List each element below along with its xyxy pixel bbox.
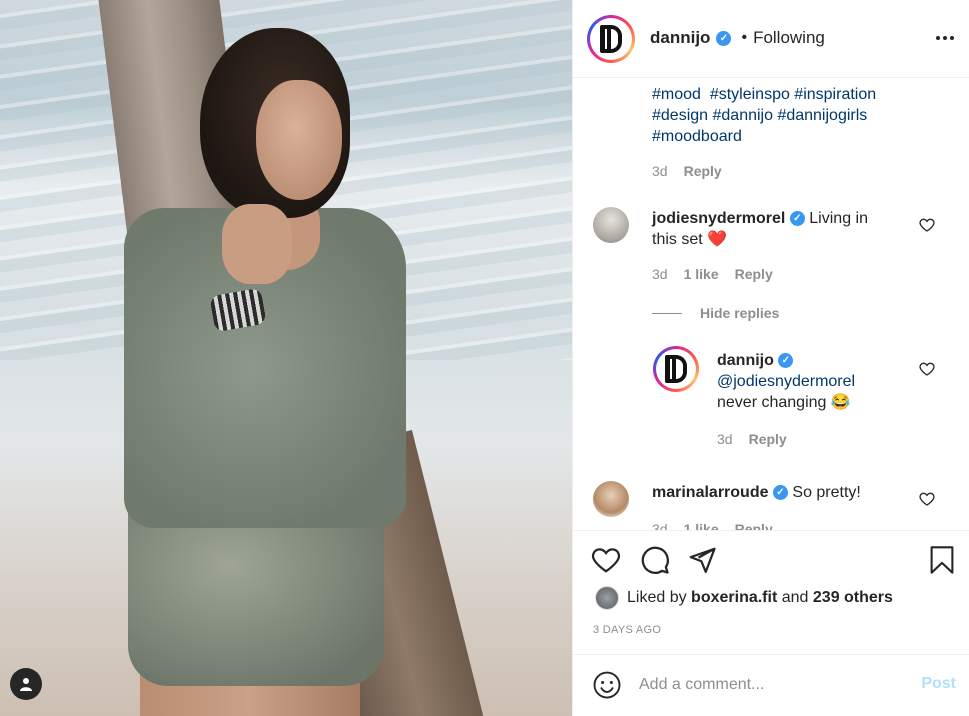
verified-badge-icon: ✓ [772, 485, 788, 501]
emoji-smiley-icon[interactable] [592, 670, 622, 700]
share-paper-plane-icon[interactable] [687, 545, 717, 575]
liked-by-summary: Liked by boxerina.fit and 239 others [595, 586, 893, 610]
caption-reply-button[interactable]: Reply [684, 163, 722, 179]
hide-replies-label: Hide replies [700, 305, 780, 321]
comment-like-heart-icon[interactable] [919, 217, 935, 233]
post-side-panel: dannijo ✓ • Following #mood #styleinspo … [572, 0, 969, 716]
tagged-people-button[interactable] [10, 668, 42, 700]
like-heart-icon[interactable] [591, 545, 621, 575]
post-comment-button[interactable]: Post [921, 675, 956, 693]
hashtag-line[interactable]: #design #dannijo #dannijogirls [652, 105, 952, 126]
liker-avatar[interactable] [595, 586, 619, 610]
reply-mention[interactable]: @jodiesnydermorel [717, 373, 855, 390]
caption-time[interactable]: 3d [652, 163, 668, 179]
dannijo-logo-icon [600, 25, 622, 53]
photo-face [256, 80, 342, 200]
verified-badge-icon: ✓ [789, 211, 805, 227]
comment-likes-count[interactable]: 1 like [684, 266, 719, 282]
caption-meta: 3d Reply [652, 163, 722, 179]
dannijo-logo-icon [665, 355, 687, 383]
liked-by-and: and [781, 589, 809, 606]
reply-body: dannijo ✓ @jodiesnydermorel never changi… [717, 350, 927, 413]
comment-like-heart-icon[interactable] [919, 491, 935, 507]
verified-badge-icon: ✓ [778, 353, 794, 369]
hashtag-line[interactable]: #moodboard [652, 126, 952, 147]
following-button[interactable]: Following [753, 28, 825, 48]
add-comment-input[interactable] [639, 673, 899, 697]
comments-list[interactable]: #mood #styleinspo #inspiration #design #… [573, 79, 969, 530]
author-username[interactable]: dannijo [650, 28, 710, 48]
person-silhouette-icon [20, 678, 32, 691]
laughing-emoji: 😂 [830, 394, 851, 411]
commenter-avatar[interactable] [593, 481, 629, 517]
reply-meta: 3d Reply [717, 431, 787, 447]
hide-replies-toggle[interactable]: Hide replies [652, 305, 779, 321]
commenter-avatar[interactable] [593, 207, 629, 243]
reply-reply-button[interactable]: Reply [749, 431, 787, 447]
comment-reply-button[interactable]: Reply [735, 521, 773, 530]
header-separator: • [741, 29, 748, 46]
comment-reply-button[interactable]: Reply [735, 266, 773, 282]
caption-hashtags: #mood #styleinspo #inspiration #design #… [652, 84, 952, 147]
photo-hands [222, 204, 292, 284]
liked-by-username[interactable]: boxerina.fit [691, 589, 777, 606]
author-avatar[interactable] [587, 15, 635, 63]
comment-meta: 3d 1 like Reply [652, 521, 773, 530]
reply-username[interactable]: dannijo [717, 352, 774, 369]
comment-body: jodiesnydermorel ✓ Living in this set ❤️ [652, 208, 912, 250]
post-photo[interactable] [0, 0, 572, 716]
comment-time[interactable]: 3d [652, 266, 668, 282]
reply-author-avatar[interactable] [653, 346, 699, 392]
heart-emoji: ❤️ [707, 231, 728, 248]
hashtag-line[interactable]: #mood #styleinspo #inspiration [652, 84, 952, 105]
reply-like-heart-icon[interactable] [919, 361, 935, 377]
comment-bubble-icon[interactable] [640, 545, 670, 575]
liked-by-prefix: Liked by [627, 589, 687, 606]
comment-text-line2: this set [652, 231, 703, 248]
comment-meta: 3d 1 like Reply [652, 266, 773, 282]
commenter-username[interactable]: marinalarroude [652, 484, 768, 501]
comment-body: marinalarroude ✓ So pretty! [652, 482, 912, 503]
reply-time[interactable]: 3d [717, 431, 733, 447]
divider-line [652, 312, 682, 314]
comment-time[interactable]: 3d [652, 521, 668, 530]
save-bookmark-icon[interactable] [928, 545, 956, 575]
verified-badge-icon: ✓ [716, 30, 732, 46]
post-timestamp[interactable]: 3 DAYS AGO [593, 624, 661, 636]
comment-text: So pretty! [792, 484, 861, 501]
comment-text: Living in [809, 210, 868, 227]
post-actions: Liked by boxerina.fit and 239 others 3 D… [573, 530, 969, 654]
more-options-icon[interactable] [936, 36, 954, 40]
liked-by-others-link[interactable]: 239 others [813, 589, 893, 606]
comment-likes-count[interactable]: 1 like [684, 521, 719, 530]
add-comment-bar: Post [573, 654, 969, 716]
post-header: dannijo ✓ • Following [573, 0, 969, 78]
reply-text: never changing [717, 394, 827, 411]
commenter-username[interactable]: jodiesnydermorel [652, 210, 785, 227]
